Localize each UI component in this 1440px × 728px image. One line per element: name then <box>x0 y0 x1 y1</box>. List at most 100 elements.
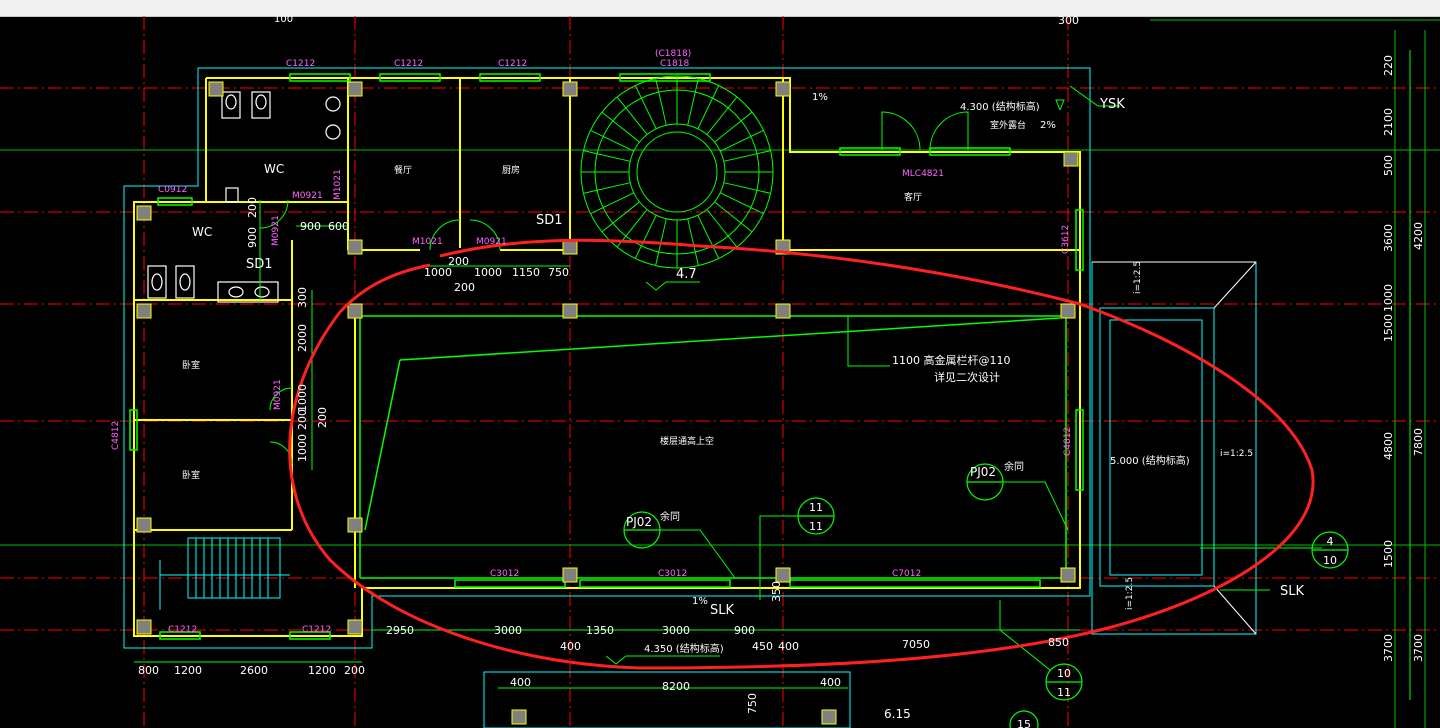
dim-bottom-row1: 850 <box>1048 636 1069 649</box>
dim-bottom-row1b: 400 <box>560 640 581 653</box>
dim-bottom-row3: 400 <box>820 676 841 689</box>
tag-c1818-paren: (C1818) <box>655 49 691 59</box>
dim-inner-extra: 200 <box>448 255 469 268</box>
dim-left-vert: 200 <box>246 197 259 218</box>
room-label-c: 客厅 <box>904 191 922 203</box>
dim-bottom-row1: 900 <box>734 624 755 637</box>
room-label-e: 卧室 <box>182 469 200 481</box>
tag-c0912: C0912 <box>158 185 187 195</box>
dim-left-vert: 200 <box>296 409 309 430</box>
tag-c1212-e: C1212 <box>302 625 331 635</box>
dim-bottom-row2: 1200 <box>174 664 202 677</box>
callout-10-top: 10 <box>1057 667 1071 680</box>
dim-left-vert: 900 <box>246 227 259 248</box>
dim-mid: 600 <box>328 220 349 233</box>
building-outline <box>123 67 1257 728</box>
dim-right-inner: 500 <box>1382 155 1395 176</box>
top-dim-300: 300 <box>1058 16 1079 27</box>
tag-m1021: M1021 <box>412 237 443 247</box>
callout-11b-bottom: 11 <box>1057 686 1071 699</box>
wc-upper-label: WC <box>264 162 284 176</box>
dim-bottom-row1b: 450 <box>752 640 773 653</box>
dim-right-outer: 7800 <box>1412 428 1425 456</box>
top-dim-100: 100 <box>274 16 293 25</box>
tag-c3012-b: C3012 <box>658 569 687 579</box>
dim-right-outer: 3700 <box>1412 634 1425 662</box>
dim-bottom-row1: 2950 <box>386 624 414 637</box>
room-label-b: 厨房 <box>502 164 520 176</box>
tag-c1818: C1818 <box>660 59 689 69</box>
level-5000: 5.000 (结构标高) <box>1110 454 1190 467</box>
dim-right-inner: 1500 <box>1382 540 1395 568</box>
dim-inner: 1000 <box>474 266 502 279</box>
pj02-label-b: PJ02 <box>970 465 996 479</box>
dim-bottom-row2: 2600 <box>240 664 268 677</box>
tag-m0921-c: M0921 <box>273 379 283 410</box>
ratio-3: i=1:2.5 <box>1125 577 1135 610</box>
dim-bottom-row2: 800 <box>138 664 159 677</box>
railing-note-1: 1100 高金属栏杆@110 <box>892 353 1011 367</box>
tag-c1212-a: C1212 <box>286 59 315 69</box>
dimension-texts: 1000 1000 1150 750 200 200 900 600 900 200 300 2000… <box>138 55 1425 714</box>
dim-bottom-misc: 350 <box>770 581 783 602</box>
dim-bottom-row3: 400 <box>510 676 531 689</box>
slk-label: SLK <box>710 603 734 618</box>
tag-c1212-b: C1212 <box>394 59 423 69</box>
dim-right-inner: 3700 <box>1382 634 1395 662</box>
dim-left-vert: 2000 <box>296 324 309 352</box>
ratio-2: i=1:2.5 <box>1133 261 1143 294</box>
callout-11-top: 11 <box>809 501 823 514</box>
room-label-d: 卧室 <box>182 359 200 371</box>
dim-right-outer: 4200 <box>1412 222 1425 250</box>
dim-right-inner: 2100 <box>1382 108 1395 136</box>
title-bar <box>0 0 1440 17</box>
dim-right-inner: 4800 <box>1382 432 1395 460</box>
dim-inner: 1150 <box>512 266 540 279</box>
callout-15-top: 15 <box>1017 718 1031 728</box>
dim-bottom-row1: 3000 <box>494 624 522 637</box>
cad-drawing-canvas[interactable]: WC WC SD1 SD1 YSK SLK SLK 4.7 4.300 (结构标… <box>0 16 1440 728</box>
dim-bottom-row1: 3000 <box>662 624 690 637</box>
slope-3: 1% <box>692 596 708 607</box>
sd1-label-a: SD1 <box>536 213 563 228</box>
dim-bottom-row1: 1350 <box>586 624 614 637</box>
tag-c4812-b: C4812 <box>1063 427 1073 456</box>
dim-bottom-row1: 7050 <box>902 638 930 651</box>
slope-2: 2% <box>1040 120 1056 131</box>
spiral-stair <box>580 75 774 269</box>
sd1-label-b: SD1 <box>246 257 273 272</box>
room-label-f: 室外露台 <box>990 119 1026 131</box>
slk-label-b: SLK <box>1280 584 1304 599</box>
straight-stair <box>159 537 290 610</box>
tag-m0921-b: M0921 <box>271 215 281 246</box>
same-note-b: 余同 <box>1004 460 1024 473</box>
dim-right-inner: 1000 <box>1382 284 1395 312</box>
dim-inner-extra: 200 <box>454 281 475 294</box>
dim-bottom-misc: 750 <box>746 693 759 714</box>
dim-left-vert: 1000 <box>296 384 309 412</box>
ysk-label: YSK <box>1099 97 1125 112</box>
dim-left-vert: 200 <box>316 407 329 428</box>
dim-right-inner: 220 <box>1382 55 1395 76</box>
dim-left-vert: 300 <box>296 287 309 308</box>
ratio-1: i=1:2.5 <box>1220 449 1253 459</box>
level-4350: 4.350 (结构标高) <box>644 642 724 655</box>
wc-lower-label: WC <box>192 225 212 239</box>
dim-mid: 900 <box>300 220 321 233</box>
room-label-a: 餐厅 <box>394 164 412 176</box>
tag-m0921-a: M0921 <box>292 191 323 201</box>
level-4300: 4.300 (结构标高) <box>960 100 1040 113</box>
dim-left-vert: 1000 <box>296 434 309 462</box>
same-note-a: 余同 <box>660 510 680 523</box>
callout-4-top: 4 <box>1327 535 1334 548</box>
pj02-label-a: PJ02 <box>626 515 652 529</box>
dim-right-inner: 3600 <box>1382 224 1395 252</box>
dim-bottom-row2: 200 <box>344 664 365 677</box>
void-label: 楼层通高上空 <box>660 435 714 447</box>
slope-1: 1% <box>812 92 828 103</box>
tag-c4812: C4812 <box>111 421 121 450</box>
dim-bottom-row1b: 400 <box>778 640 799 653</box>
level-4-7: 4.7 <box>676 267 697 282</box>
tag-c1212-d: C1212 <box>168 625 197 635</box>
callout-11-bottom: 11 <box>809 520 823 533</box>
